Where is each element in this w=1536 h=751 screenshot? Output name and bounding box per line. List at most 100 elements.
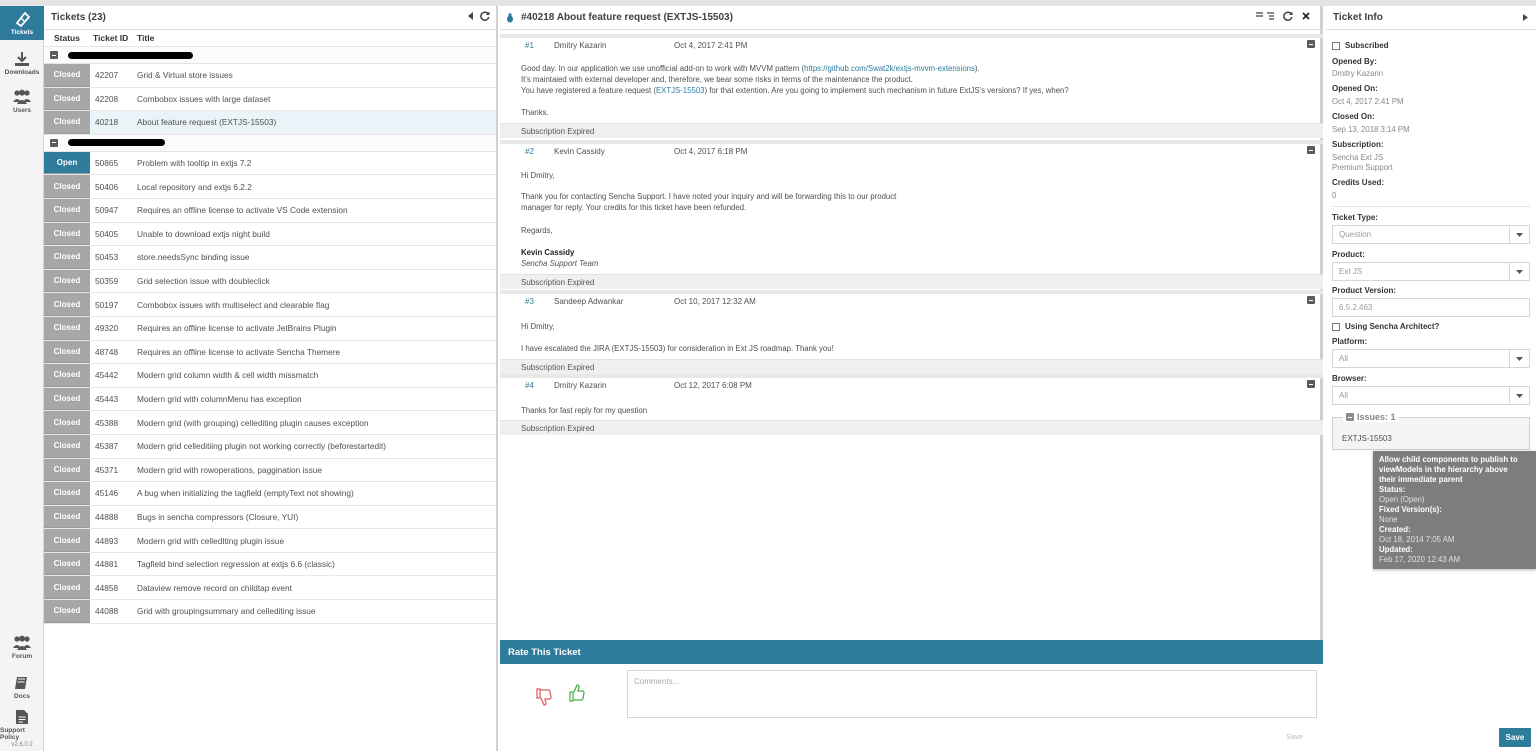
thumbs-up-icon[interactable] <box>569 684 585 702</box>
github-link[interactable]: https://github.com/Swat2k/extjs-mvvm-ext… <box>804 64 975 73</box>
nav-docs[interactable]: Docs <box>0 670 44 704</box>
thumbs-down-icon[interactable] <box>536 688 552 706</box>
table-row[interactable]: Closed 50359 Grid selection issue with dou… <box>44 269 496 294</box>
message-author: Sandeep Adwankar <box>554 297 624 306</box>
table-row[interactable]: Closed 50947 Requires an offline license t… <box>44 198 496 223</box>
table-row[interactable]: Closed 45388 Modern grid (with grouping) c… <box>44 411 496 435</box>
subscription-bar: Subscription Expired <box>500 123 1323 138</box>
table-row[interactable]: Closed 42207 Grid & Virtual store issues <box>44 64 496 88</box>
collapse-group-icon[interactable] <box>50 51 58 59</box>
table-row[interactable]: Closed 44893 Modern grid with celledIting … <box>44 529 496 553</box>
opened-on-label: Opened On: <box>1332 84 1378 93</box>
tickets-header: Tickets (23) <box>44 6 496 30</box>
chevron-down-icon[interactable] <box>1509 387 1529 404</box>
status-badge: Closed <box>44 505 90 529</box>
message-number[interactable]: #3 <box>525 297 534 306</box>
nav-tickets[interactable]: Tickets <box>0 6 44 40</box>
table-row[interactable]: Closed 44088 Grid with groupingsummary and… <box>44 600 496 624</box>
ticket-title: Tagfield bind selection regression at ex… <box>137 559 335 570</box>
table-row[interactable]: Closed 45443 Modern grid with columnMenu h… <box>44 387 496 412</box>
collapse-issues-icon[interactable] <box>1346 413 1354 421</box>
nav-users[interactable]: Users <box>0 84 44 118</box>
signature-team: Sencha Support Team <box>521 259 599 268</box>
collapse-all-icon[interactable] <box>1256 12 1274 20</box>
table-row[interactable]: Closed 50453 store.needsSync binding issue <box>44 246 496 270</box>
ticket-icon <box>15 11 31 27</box>
ticket-info-title: Ticket Info <box>1333 12 1383 23</box>
jira-link[interactable]: EXTJS-15503 <box>656 86 705 95</box>
architect-checkbox[interactable]: Using Sencha Architect? <box>1332 322 1439 331</box>
table-row[interactable]: Closed 40218 About feature request (EXTJS-… <box>44 111 496 135</box>
redacted-group-name <box>68 51 193 59</box>
table-row[interactable]: Closed 45442 Modern grid column width & ce… <box>44 364 496 388</box>
product-version-input[interactable]: 6.5.2.463 <box>1332 298 1530 317</box>
status-badge: Closed <box>44 482 90 505</box>
subscribed-checkbox[interactable]: Subscribed <box>1332 41 1389 50</box>
message-number[interactable]: #2 <box>525 147 534 156</box>
chevron-down-icon[interactable] <box>1509 350 1529 367</box>
table-row[interactable]: Closed 42208 Combobox issues with large da… <box>44 87 496 112</box>
ticket-title: Requires an offline license to activate … <box>137 346 341 357</box>
refresh-icon[interactable] <box>480 11 490 21</box>
product-select[interactable]: Ext JS <box>1332 262 1530 281</box>
nav-downloads[interactable]: Downloads <box>0 46 44 80</box>
col-status[interactable]: Status <box>44 33 90 43</box>
table-row[interactable]: Closed 45146 A bug when initializing the t… <box>44 482 496 506</box>
chevron-down-icon[interactable] <box>1509 226 1529 243</box>
browser-label: Browser: <box>1332 374 1367 383</box>
collapse-message-icon[interactable] <box>1307 296 1315 304</box>
ticket-title: About feature request (EXTJS-15503) <box>137 117 277 128</box>
table-row[interactable]: Closed 44858 Dataview remove record on chi… <box>44 576 496 601</box>
table-row[interactable]: Open 50865 Problem with tooltip in extjs 7… <box>44 151 496 176</box>
message-text: manager for reply. Your credits for this… <box>521 203 747 212</box>
status-badge: Closed <box>44 269 90 293</box>
collapse-left-icon[interactable] <box>468 12 474 20</box>
table-row[interactable]: Closed 44881 Tagfield bind selection regre… <box>44 552 496 577</box>
ticket-title: Combobox issues with multiselect and cle… <box>137 299 330 310</box>
message-number[interactable]: #1 <box>525 41 534 50</box>
table-row[interactable]: Closed 50406 Local repository and extjs 6.… <box>44 175 496 199</box>
ticket-type-select[interactable]: Question <box>1332 225 1530 244</box>
save-rating-button[interactable]: Save <box>1286 732 1303 741</box>
col-title[interactable]: Title <box>136 33 496 43</box>
table-row[interactable]: Closed 50197 Combobox issues with multisel… <box>44 293 496 317</box>
issue-link[interactable]: EXTJS-15503 <box>1342 434 1392 443</box>
close-icon[interactable] <box>1302 12 1310 20</box>
group-header[interactable] <box>44 134 496 152</box>
browser-select[interactable]: All <box>1332 386 1530 405</box>
ticket-title: Dataview remove record on childtap event <box>137 582 292 593</box>
collapse-message-icon[interactable] <box>1307 40 1315 48</box>
col-ticket-id[interactable]: Ticket ID <box>90 33 136 43</box>
nav-support-policy[interactable]: Support Policy <box>0 708 44 742</box>
table-row[interactable]: Closed 45371 Modern grid with rowoperation… <box>44 458 496 483</box>
rate-ticket-header: Rate This Ticket <box>500 640 1323 664</box>
save-button[interactable]: Save <box>1499 728 1531 747</box>
collapse-message-icon[interactable] <box>1307 146 1315 154</box>
tooltip-title: viewModels in the hierarchy above <box>1379 465 1508 474</box>
nav-forum[interactable]: Forum <box>0 630 44 664</box>
checkbox-box[interactable] <box>1332 41 1340 50</box>
collapse-group-icon[interactable] <box>50 138 58 147</box>
conversation-panel: #40218 About feature request (EXTJS-1550… <box>500 6 1323 751</box>
table-row[interactable]: Closed 50405 Unable to download extjs nigh… <box>44 222 496 247</box>
collapse-message-icon[interactable] <box>1307 380 1315 388</box>
comments-textarea[interactable]: Comments... <box>627 670 1317 718</box>
message: #3 Sandeep Adwankar Oct 10, 2017 12:32 A… <box>500 290 1323 374</box>
table-row[interactable]: Closed 44888 Bugs in sencha compressors (C… <box>44 505 496 530</box>
platform-select[interactable]: All <box>1332 349 1530 368</box>
message-number[interactable]: #4 <box>525 381 534 390</box>
issues-fieldset: Issues: 1 EXTJS-15503 <box>1332 412 1530 450</box>
checkbox-box[interactable] <box>1332 322 1340 331</box>
table-row[interactable]: Closed 48748 Requires an offline license t… <box>44 340 496 365</box>
issues-legend[interactable]: Issues: 1 <box>1343 412 1399 422</box>
table-row[interactable]: Closed 45387 Modern grid celleditiing plug… <box>44 434 496 459</box>
status-badge: Closed <box>44 175 90 198</box>
table-row[interactable]: Closed 49320 Requires an offline license t… <box>44 316 496 341</box>
refresh-icon[interactable] <box>1283 11 1293 21</box>
chevron-down-icon[interactable] <box>1509 263 1529 280</box>
group-header[interactable] <box>44 47 496 64</box>
ticket-id: 45146 <box>95 488 119 499</box>
expand-right-icon[interactable] <box>1523 14 1528 21</box>
status-badge: Closed <box>44 600 90 623</box>
forum-icon <box>13 635 31 650</box>
